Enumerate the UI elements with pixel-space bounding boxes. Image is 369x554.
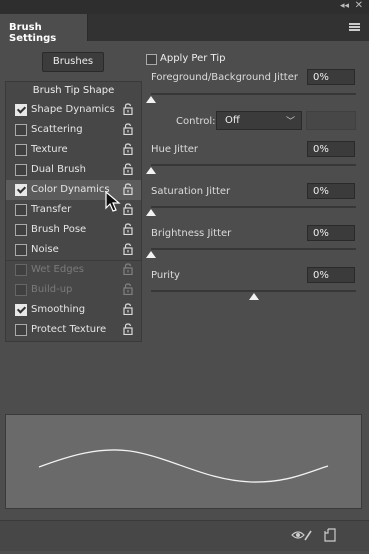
purity-label: Purity	[151, 270, 180, 281]
lock-icon[interactable]	[123, 123, 133, 135]
apply-per-tip-checkbox[interactable]	[146, 54, 157, 65]
brush-option-checkbox[interactable]	[15, 244, 27, 256]
brush-tip-shape-item[interactable]: Brush Tip Shape	[6, 82, 141, 100]
control-label: Control:	[176, 116, 216, 127]
hue-jitter-slider[interactable]	[151, 164, 356, 166]
saturation-jitter-slider-thumb[interactable]	[146, 209, 156, 216]
fg-bg-jitter-slider-thumb[interactable]	[146, 96, 156, 103]
lock-icon[interactable]	[123, 203, 133, 215]
control-dropdown[interactable]: Off ﹀	[216, 111, 302, 130]
brush-option-item[interactable]: Shape Dynamics	[6, 100, 141, 120]
saturation-jitter-field[interactable]: 0%	[307, 183, 355, 199]
fg-bg-jitter-field[interactable]: 0%	[307, 69, 355, 85]
lock-icon[interactable]	[123, 243, 133, 255]
lock-icon[interactable]	[123, 163, 133, 175]
brush-option-label: Wet Edges	[31, 264, 84, 275]
tab-brush-settings[interactable]: Brush Settings	[0, 14, 88, 44]
brush-option-item[interactable]: Build-up	[6, 280, 141, 300]
brush-option-label: Protect Texture	[31, 324, 107, 335]
brush-option-label: Scattering	[31, 124, 83, 135]
brush-option-item[interactable]: Smoothing	[6, 300, 141, 320]
control-value: Off	[225, 115, 240, 126]
brush-options-list: Brush Tip Shape Shape Dynamics Scattering…	[5, 81, 142, 342]
brush-option-item[interactable]: Texture	[6, 140, 141, 160]
lock-icon[interactable]	[123, 283, 133, 295]
brush-option-checkbox[interactable]	[15, 124, 27, 136]
brush-option-item[interactable]: Protect Texture	[6, 320, 141, 340]
brush-option-item[interactable]: Wet Edges	[6, 260, 141, 280]
brush-option-label: Texture	[31, 144, 68, 155]
lock-icon[interactable]	[123, 183, 133, 195]
stroke-preview-curve	[38, 449, 329, 483]
purity-slider[interactable]	[151, 290, 356, 292]
brush-option-label: Noise	[31, 244, 59, 255]
brightness-jitter-slider-thumb[interactable]	[146, 251, 156, 258]
close-panel-icon[interactable]: ✕	[355, 0, 363, 11]
brush-option-label: Brush Pose	[31, 224, 87, 235]
brush-option-label: Transfer	[31, 204, 72, 215]
brush-option-label: Color Dynamics	[31, 184, 110, 195]
hue-jitter-field[interactable]: 0%	[307, 141, 355, 157]
hue-jitter-slider-thumb[interactable]	[146, 167, 156, 174]
brush-option-item[interactable]: Dual Brush	[6, 160, 141, 180]
brush-option-checkbox[interactable]	[15, 264, 27, 276]
brush-option-label: Shape Dynamics	[31, 104, 115, 115]
brush-option-checkbox[interactable]	[15, 204, 27, 216]
lock-icon[interactable]	[123, 143, 133, 155]
fg-bg-jitter-label: Foreground/Background Jitter	[151, 72, 298, 83]
panel-top-strip: ◂◂ ✕	[0, 0, 369, 14]
brush-option-item[interactable]: Brush Pose	[6, 220, 141, 240]
lock-icon[interactable]	[123, 223, 133, 235]
brush-option-item[interactable]: Noise	[6, 240, 141, 260]
chevron-down-icon: ﹀	[285, 117, 295, 127]
brush-option-label: Dual Brush	[31, 164, 86, 175]
brush-option-label: Build-up	[31, 284, 73, 295]
brush-option-checkbox[interactable]	[15, 144, 27, 156]
brightness-jitter-label: Brightness Jitter	[151, 228, 232, 239]
new-preset-icon[interactable]	[324, 528, 336, 542]
brush-option-checkbox[interactable]	[15, 164, 27, 176]
panel-tab-bar: Brush Settings	[0, 14, 369, 44]
lock-icon[interactable]	[123, 303, 133, 315]
panel-bottom-bar	[0, 520, 369, 551]
apply-per-tip-label: Apply Per Tip	[160, 53, 226, 64]
brush-option-label: Smoothing	[31, 304, 86, 315]
mouse-pointer-icon	[105, 191, 121, 212]
brush-option-checkbox[interactable]	[15, 184, 27, 196]
control-field-disabled	[306, 111, 356, 130]
brush-option-checkbox[interactable]	[15, 324, 27, 336]
brightness-jitter-field[interactable]: 0%	[307, 225, 355, 241]
panel-title: Brush Settings	[9, 22, 57, 44]
brush-option-checkbox[interactable]	[15, 104, 27, 116]
brush-option-checkbox[interactable]	[15, 284, 27, 296]
saturation-jitter-slider[interactable]	[151, 206, 356, 208]
hamburger-menu-icon[interactable]	[349, 23, 360, 32]
lock-icon[interactable]	[123, 103, 133, 115]
lock-icon[interactable]	[123, 323, 133, 335]
brush-option-item[interactable]: Scattering	[6, 120, 141, 140]
hue-jitter-label: Hue Jitter	[151, 144, 199, 155]
lock-icon[interactable]	[123, 263, 133, 275]
brushes-button[interactable]: Brushes	[42, 52, 104, 72]
eye-brush-icon[interactable]	[291, 528, 313, 542]
fg-bg-jitter-slider[interactable]	[151, 93, 356, 95]
brightness-jitter-slider[interactable]	[151, 248, 356, 250]
saturation-jitter-label: Saturation Jitter	[151, 186, 231, 197]
brush-option-checkbox[interactable]	[15, 304, 27, 316]
purity-field[interactable]: 0%	[307, 267, 355, 283]
collapse-panel-icon[interactable]: ◂◂	[340, 1, 349, 11]
brush-stroke-preview	[5, 414, 362, 509]
brush-option-checkbox[interactable]	[15, 224, 27, 236]
purity-slider-thumb[interactable]	[248, 293, 259, 300]
